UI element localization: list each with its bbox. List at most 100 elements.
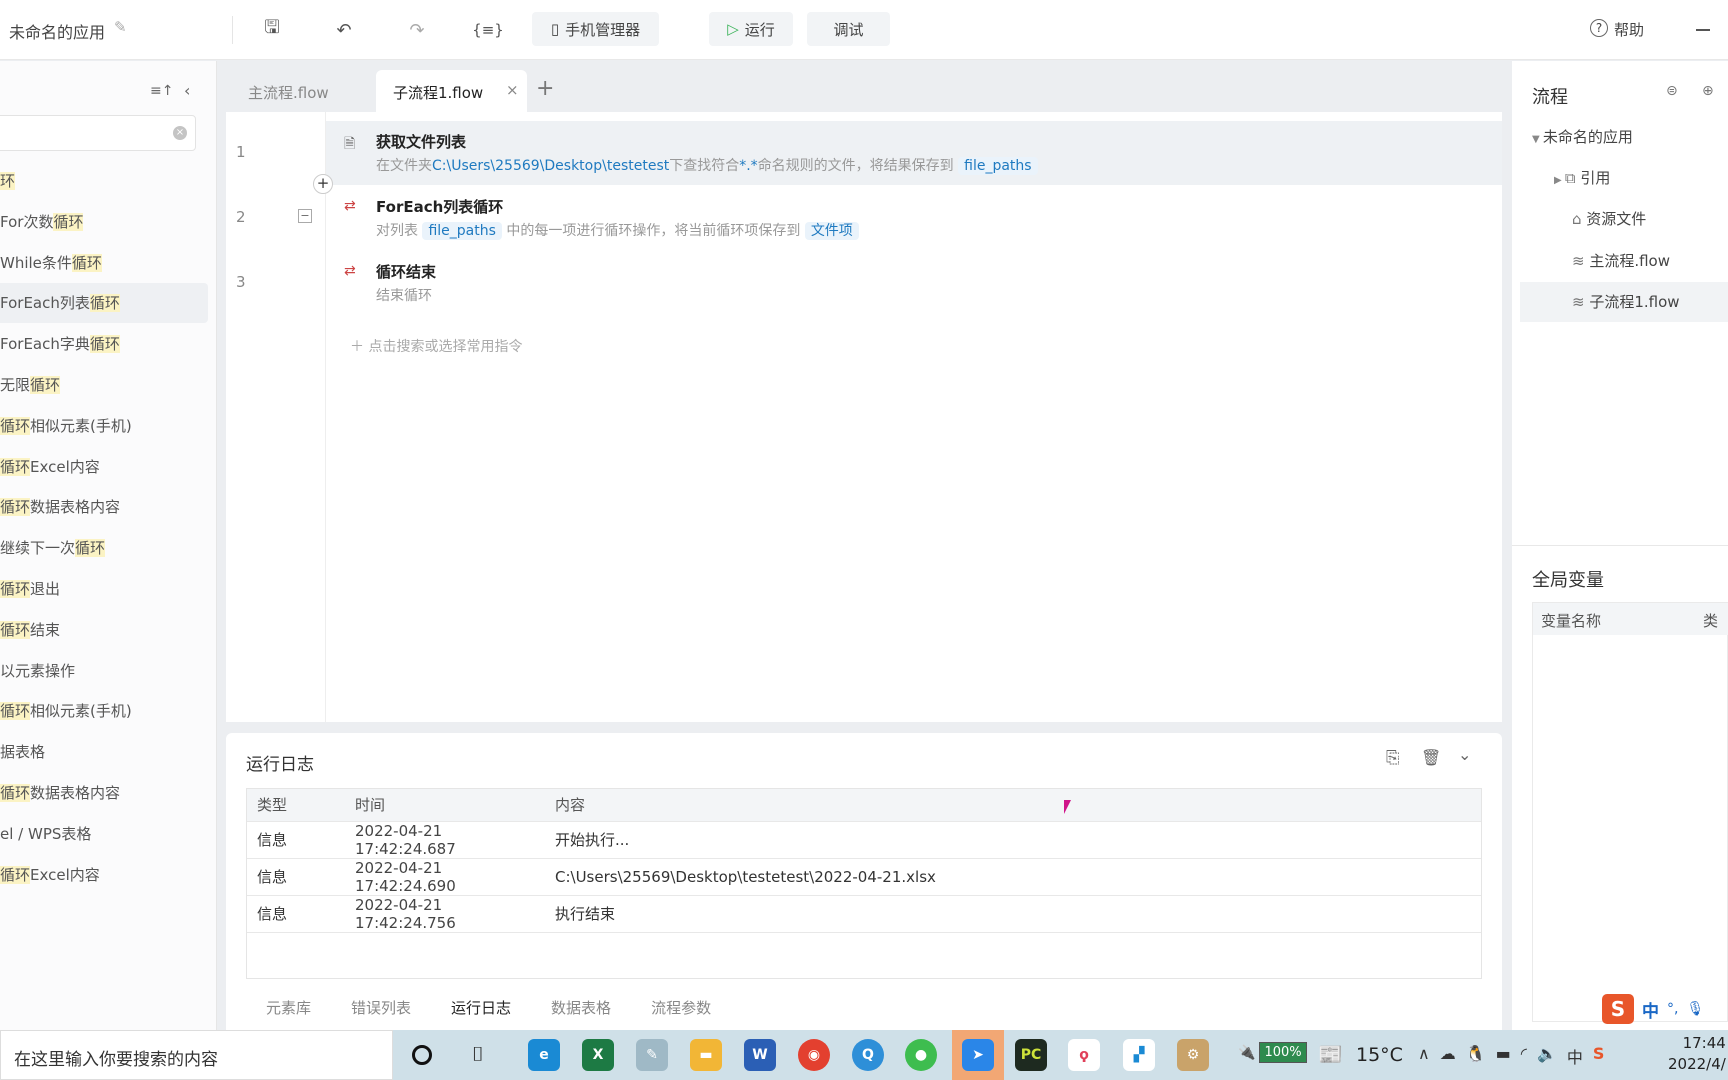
tree-item-sub-flow[interactable]: ≋ 子流程1.flow: [1520, 282, 1728, 322]
command-item[interactable]: 以元素操作: [0, 651, 208, 691]
flow-step[interactable]: 2 − ⇄ ForEach列表循环 对列表 file_paths 中的每一项进行…: [236, 186, 1502, 250]
tab-flow-params[interactable]: 流程参数: [651, 997, 711, 1018]
tab-sub-flow[interactable]: 子流程1.flow ×: [376, 70, 527, 112]
cortana-icon[interactable]: [412, 1045, 432, 1065]
log-row[interactable]: 信息 2022-04-21 17:42:24.756 执行结束: [247, 895, 1481, 933]
tree-item-references[interactable]: ▶ ⧉ 引用: [1554, 158, 1610, 198]
add-tab-icon[interactable]: +: [536, 76, 554, 101]
ime-indicator[interactable]: 中: [1567, 1044, 1583, 1068]
trash-icon[interactable]: 🗑: [1421, 748, 1441, 767]
redo-icon[interactable]: ↷: [405, 18, 429, 42]
add-reference-icon[interactable]: ⊕: [1702, 83, 1714, 99]
command-item[interactable]: 循环Excel内容: [0, 447, 208, 487]
help-button[interactable]: ? 帮助: [1590, 19, 1644, 40]
export-log-icon[interactable]: ⎘: [1386, 748, 1400, 768]
collapse-block-icon[interactable]: −: [298, 209, 312, 223]
command-item[interactable]: 循环结束: [0, 610, 208, 650]
wifi-icon[interactable]: ◜: [1521, 1044, 1527, 1068]
tool-app-icon[interactable]: ⚙: [1177, 1039, 1209, 1071]
command-item[interactable]: For次数循环: [0, 202, 208, 242]
chevron-down-icon[interactable]: ⌄: [1458, 745, 1471, 764]
task-app-icon[interactable]: ▞: [1123, 1039, 1155, 1071]
command-item[interactable]: ForEach列表循环: [0, 283, 208, 324]
cloud-icon[interactable]: ☁: [1440, 1044, 1456, 1068]
tree-item-main-flow[interactable]: ≋ 主流程.flow: [1572, 241, 1670, 281]
command-item[interactable]: 循环数据表格内容: [0, 487, 208, 527]
command-item[interactable]: 循环退出: [0, 569, 208, 609]
wechat-icon[interactable]: ●: [905, 1039, 937, 1071]
tree-label: 子流程1.flow: [1589, 293, 1680, 311]
command-item[interactable]: While条件循环: [0, 243, 208, 283]
pycharm-icon[interactable]: PC: [1015, 1039, 1047, 1071]
task-view-icon[interactable]: ⌷: [472, 1042, 484, 1066]
log-row[interactable]: 信息 2022-04-21 17:42:24.687 开始执行...: [247, 821, 1481, 859]
clock-time: 17:44: [1682, 1034, 1726, 1052]
power-icon[interactable]: ▬: [1496, 1044, 1511, 1068]
command-search-input[interactable]: ×: [0, 115, 196, 151]
chrome-icon[interactable]: ◉: [798, 1039, 830, 1071]
tab-data-table[interactable]: 数据表格: [551, 997, 611, 1018]
qq-icon[interactable]: 🐧: [1466, 1044, 1486, 1068]
ime-toolbar[interactable]: S 中 °, 🎙: [1602, 994, 1704, 1024]
debug-button[interactable]: 调试: [807, 12, 890, 46]
volume-icon[interactable]: 🔈: [1537, 1044, 1557, 1068]
command-label: ForEach字典: [0, 335, 90, 354]
notepad-icon[interactable]: ✎: [636, 1039, 668, 1071]
search-app-icon[interactable]: Q: [852, 1039, 884, 1071]
command-item[interactable]: 循环Excel内容: [0, 855, 208, 895]
phone-manager-button[interactable]: ▯ 手机管理器: [532, 12, 659, 46]
close-tab-icon[interactable]: ×: [506, 81, 519, 99]
pin-app-icon[interactable]: ϙ: [1068, 1039, 1100, 1071]
weather-temperature[interactable]: 15°C: [1356, 1044, 1403, 1066]
log-row[interactable]: 信息 2022-04-21 17:42:24.690 C:\Users\25569\…: [247, 858, 1481, 896]
log-time: 2022-04-21 17:42:24.687: [345, 821, 545, 859]
command-item[interactable]: el / WPS表格: [0, 814, 208, 854]
tab-run-log[interactable]: 运行日志: [451, 997, 511, 1018]
variable-chip[interactable]: file_paths: [422, 222, 502, 240]
command-item[interactable]: 据表格: [0, 732, 208, 772]
edge-icon[interactable]: e: [528, 1039, 560, 1071]
app-title[interactable]: 未命名的应用: [9, 19, 105, 43]
add-flow-icon[interactable]: ⊜: [1666, 83, 1678, 99]
command-item[interactable]: ForEach字典循环: [0, 324, 208, 364]
battery-indicator[interactable]: 🔌 100%: [1238, 1042, 1307, 1063]
loop-end-icon: ⇄: [344, 263, 356, 279]
save-icon[interactable]: 🖫: [260, 17, 284, 42]
word-icon[interactable]: W: [744, 1039, 776, 1071]
run-button[interactable]: ▷ 运行: [709, 12, 793, 46]
taskbar-search[interactable]: 在这里输入你要搜索的内容: [0, 1030, 393, 1080]
tab-element-library[interactable]: 元素库: [266, 997, 311, 1018]
command-item[interactable]: 环: [0, 161, 208, 201]
variable-chip[interactable]: file_paths: [958, 157, 1038, 175]
add-command-hint[interactable]: ＋ 点击搜索或选择常用指令: [350, 336, 522, 356]
news-widget-icon[interactable]: 📰: [1318, 1042, 1343, 1066]
variable-chip[interactable]: 文件项: [804, 222, 859, 240]
help-icon: ?: [1590, 19, 1608, 37]
show-hidden-icons-icon[interactable]: ∧: [1418, 1044, 1430, 1068]
minimize-button[interactable]: [1696, 29, 1710, 31]
clear-search-icon[interactable]: ×: [173, 126, 187, 140]
clock[interactable]: 17:44 2022/4/: [1668, 1033, 1726, 1075]
excel-icon[interactable]: X: [582, 1039, 614, 1071]
tree-item-resources[interactable]: ⌂ 资源文件: [1572, 199, 1646, 239]
command-item[interactable]: 循环相似元素(手机): [0, 406, 208, 446]
file-explorer-icon[interactable]: ▬: [690, 1039, 722, 1071]
command-item[interactable]: 继续下一次循环: [0, 528, 208, 568]
sogou-tray-icon[interactable]: S: [1593, 1044, 1605, 1068]
flow-step[interactable]: 3 ⇄ 循环结束 结束循环: [236, 251, 1502, 315]
sort-icon[interactable]: ≡↑: [150, 83, 173, 99]
command-item[interactable]: 无限循环: [0, 365, 208, 405]
step-description: 对列表 file_paths 中的每一项进行循环操作，将当前循环项保存到 文件项: [376, 220, 859, 240]
command-item[interactable]: 循环相似元素(手机): [0, 691, 208, 731]
search-highlight: 循环: [0, 580, 31, 598]
edit-pencil-icon[interactable]: ✎: [114, 18, 127, 36]
tree-root[interactable]: ▼ 未命名的应用: [1532, 117, 1633, 157]
flow-step[interactable]: 1 🗎 获取文件列表 在文件夹C:\Users\25569\Desktop\te…: [236, 121, 1502, 185]
collapse-left-icon[interactable]: ‹: [184, 81, 190, 100]
tab-main-flow[interactable]: 主流程.flow: [248, 82, 329, 103]
tab-error-list[interactable]: 错误列表: [351, 997, 411, 1018]
rpa-app-icon[interactable]: ➤: [962, 1039, 994, 1071]
variables-braces-icon[interactable]: {≡}: [472, 18, 504, 42]
undo-icon[interactable]: ↶: [332, 18, 356, 42]
command-item[interactable]: 循环数据表格内容: [0, 773, 208, 813]
